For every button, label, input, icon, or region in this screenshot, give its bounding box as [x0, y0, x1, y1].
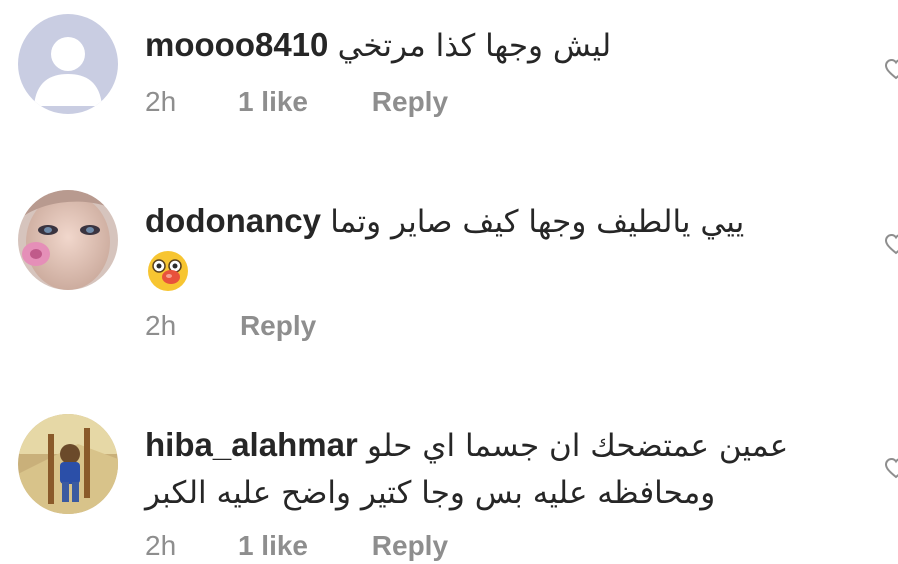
comment-timestamp: 2h — [145, 86, 177, 117]
comment-username[interactable]: hiba_alahmar — [145, 426, 358, 463]
comment-username[interactable]: dodonancy — [145, 202, 321, 239]
comment-meta: 2h 1 like Reply — [145, 86, 448, 118]
reply-button[interactable]: Reply — [372, 530, 448, 562]
like-heart-icon[interactable] — [884, 456, 898, 480]
avatar[interactable] — [18, 14, 118, 114]
comment-likes-count[interactable]: 1 like — [238, 86, 308, 118]
avatar[interactable] — [18, 190, 118, 290]
comment-item: moooo8410 ليش وجها كذا مرتخي 2h 1 like R… — [0, 0, 898, 160]
comment-username[interactable]: moooo8410 — [145, 26, 328, 63]
comment-timestamp: 2h — [145, 310, 177, 341]
comment-item: hiba_alahmar عمين عمتضحك ان جسما اي حلو … — [0, 380, 898, 564]
comment-meta: 2h 1 like Reply — [145, 530, 448, 562]
like-heart-icon[interactable] — [884, 232, 898, 256]
default-avatar-icon — [18, 14, 118, 114]
comment-timestamp: 2h — [145, 530, 177, 561]
avatar[interactable] — [18, 414, 118, 514]
comment-meta: 2h Reply — [145, 310, 316, 342]
like-heart-icon[interactable] — [884, 57, 898, 81]
comment-item: dodonancy ييي يالطيف وجها كيف صاير وتما … — [0, 160, 898, 380]
reply-button[interactable]: Reply — [240, 310, 316, 342]
comment-body: dodonancy ييي يالطيف وجها كيف صاير وتما — [145, 198, 845, 293]
comment-body: moooo8410 ليش وجها كذا مرتخي — [145, 22, 845, 69]
reply-button[interactable]: Reply — [372, 86, 448, 118]
comment-text: ليش وجها كذا مرتخي — [337, 28, 612, 64]
dizzy-face-emoji-icon — [145, 247, 191, 293]
comment-likes-count[interactable]: 1 like — [238, 530, 308, 562]
comment-body: hiba_alahmar عمين عمتضحك ان جسما اي حلو … — [145, 422, 835, 516]
user-photo — [18, 190, 118, 290]
comment-text: ييي يالطيف وجها كيف صاير وتما — [330, 204, 745, 240]
user-photo — [18, 414, 118, 514]
